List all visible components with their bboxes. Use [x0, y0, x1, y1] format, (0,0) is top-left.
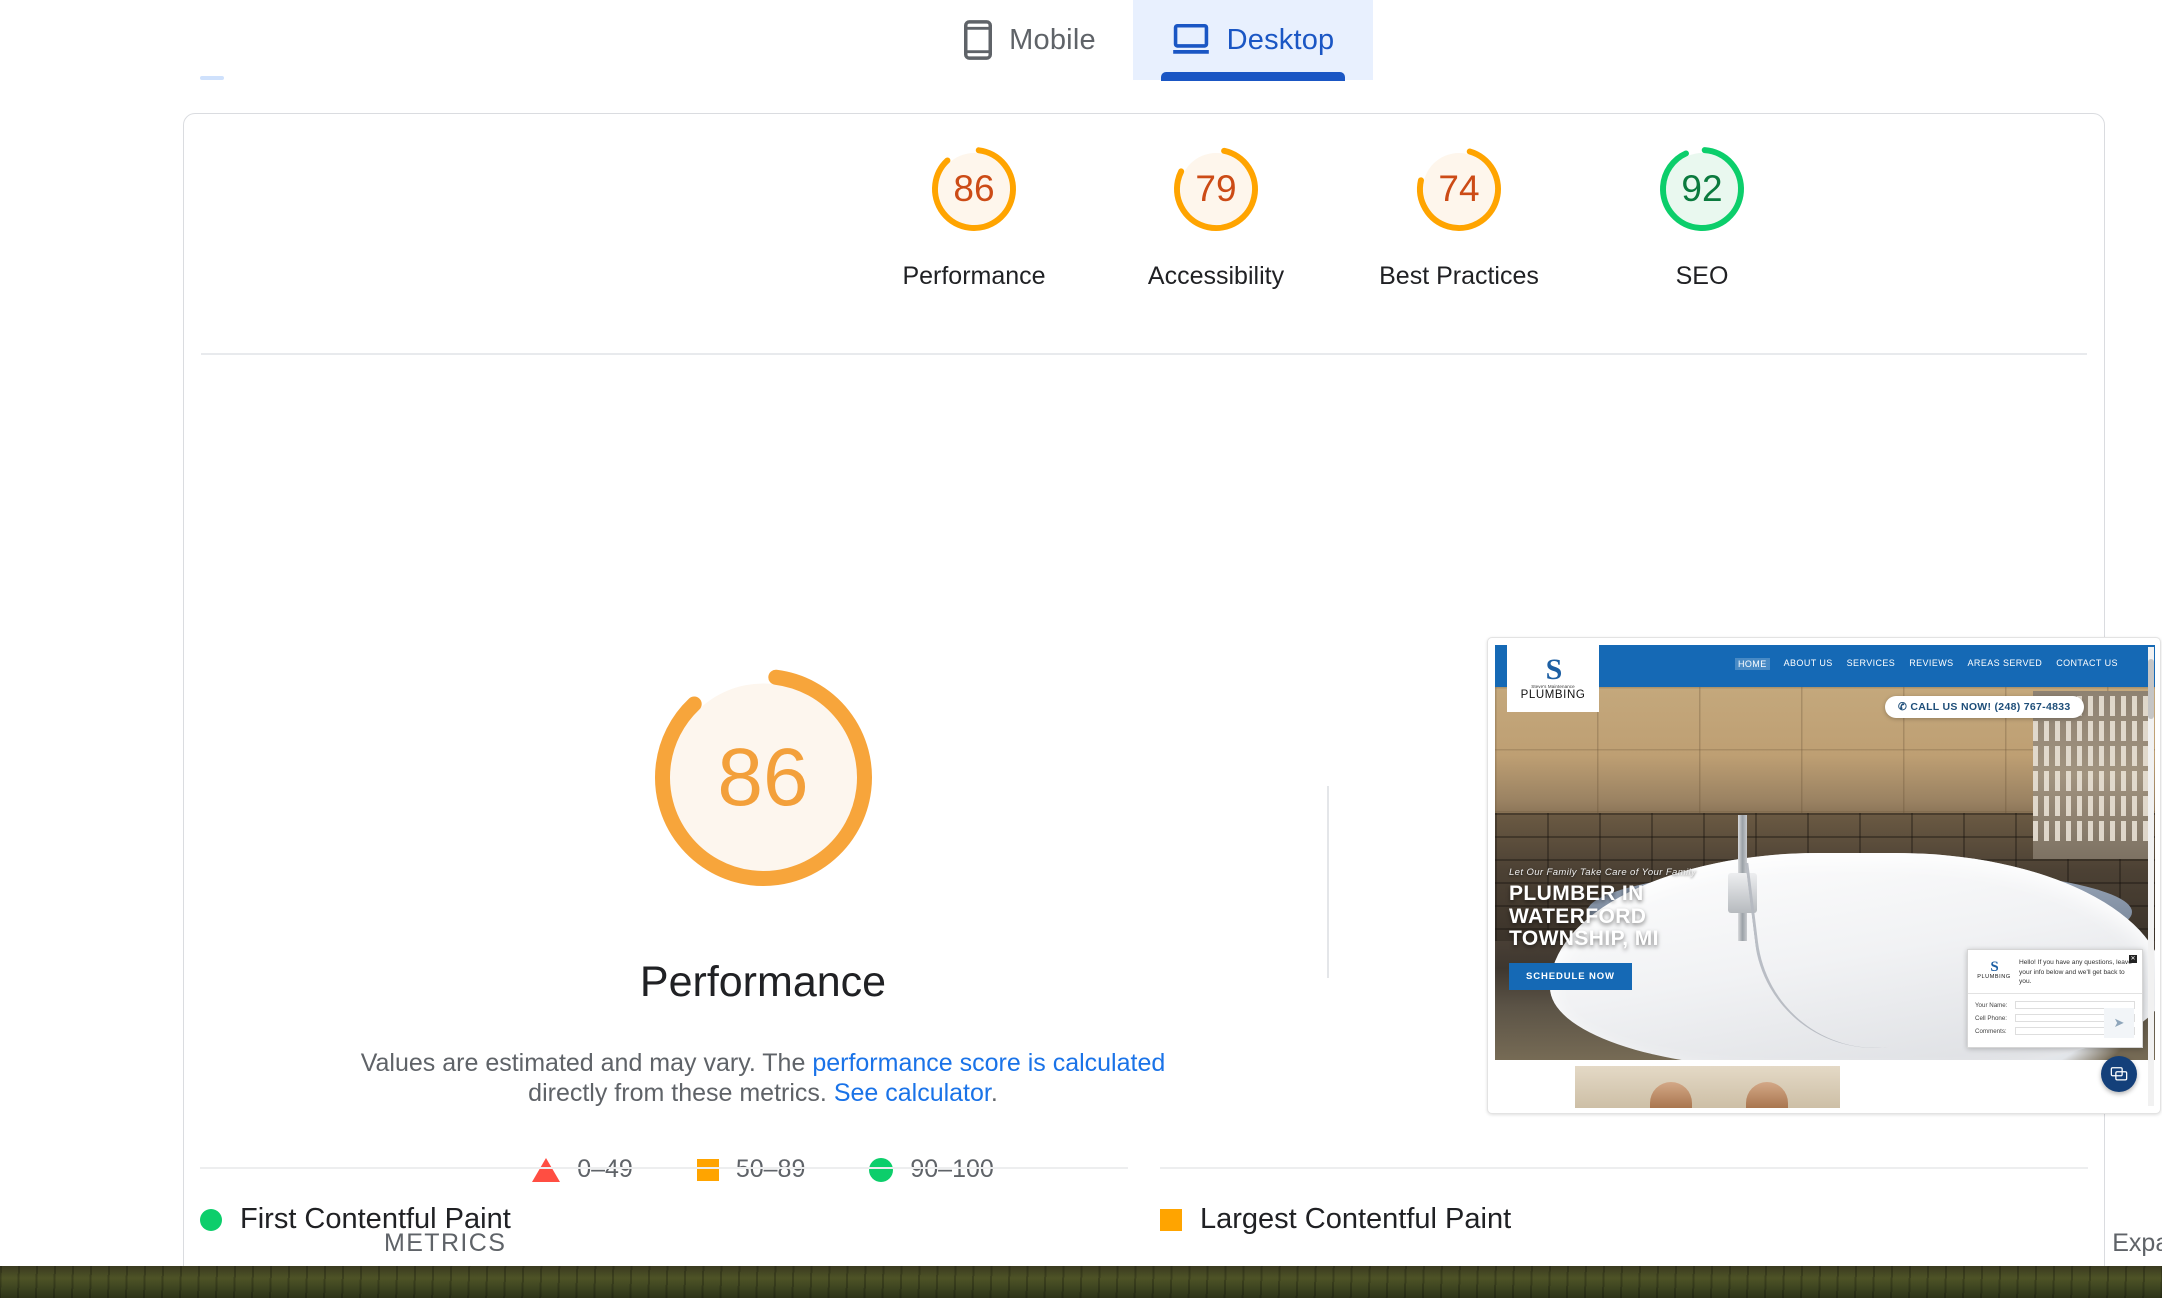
- circle-icon: [869, 1157, 894, 1182]
- send-icon[interactable]: ➤: [2104, 1008, 2134, 1038]
- score-best-practices[interactable]: 74 Best Practices: [1359, 142, 1559, 291]
- nav-item-reviews[interactable]: REVIEWS: [1909, 658, 1953, 670]
- screenshot-scrollbar[interactable]: [2148, 647, 2154, 1106]
- legend-label-pass: 90–100: [910, 1155, 994, 1183]
- pagespeed-insights-report: Mobile Desktop 86 Performance 79 Accessi…: [0, 0, 2162, 1298]
- chat-message: Hello! If you have any questions, leave …: [2019, 959, 2132, 986]
- score-ring-accessibility: 79: [1169, 142, 1263, 236]
- score-label-best-practices: Best Practices: [1379, 262, 1539, 290]
- score-ring-seo: 92: [1655, 142, 1749, 236]
- column-divider: [1327, 786, 1329, 978]
- expand-view-button[interactable]: Expand view: [2112, 1229, 2162, 1258]
- score-description: Values are estimated and may vary. The p…: [358, 1049, 1168, 1108]
- legend-item-fail: 0–49: [532, 1155, 633, 1184]
- laptop-icon: [1172, 23, 1210, 57]
- tub-feet: [1650, 1082, 1800, 1108]
- chat-form[interactable]: Your Name: Cell Phone: Comments: ➤: [1968, 993, 2142, 1047]
- category-scores: 86 Performance 79 Accessibility 74 Best …: [184, 114, 2104, 354]
- metric-name: First Contentful Paint: [240, 1203, 511, 1235]
- score-accessibility[interactable]: 79 Accessibility: [1116, 142, 1316, 291]
- status-circle-icon: [200, 1208, 222, 1231]
- legend-item-pass: 90–100: [869, 1155, 994, 1184]
- device-tab-strip: Mobile Desktop: [0, 0, 2162, 81]
- main-score-value: 86: [717, 731, 809, 823]
- desc-part-1: Values are estimated and may vary. The: [360, 1049, 813, 1077]
- chat-widget-header: S PLUMBING Hello! If you have any questi…: [1968, 950, 2142, 993]
- nav-item-contact[interactable]: CONTACT US: [2056, 658, 2118, 670]
- page-fold: [1495, 1060, 2155, 1108]
- hero-headline: PLUMBER IN WATERFORD TOWNSHIP, MI: [1509, 882, 1659, 951]
- chat-logo-wordmark: PLUMBING: [1977, 974, 2011, 981]
- score-legend: 0–49 50–89 90–100: [532, 1155, 994, 1184]
- score-label-performance: Performance: [902, 262, 1046, 290]
- score-label-seo: SEO: [1675, 262, 1729, 290]
- chat-widget-panel[interactable]: S PLUMBING Hello! If you have any questi…: [1967, 949, 2143, 1048]
- tab-desktop-label: Desktop: [1226, 23, 1335, 56]
- score-ring-performance: 86: [927, 142, 1021, 236]
- site-nav-links[interactable]: HOME ABOUT US SERVICES REVIEWS AREAS SER…: [1735, 658, 2118, 670]
- desc-part-2: directly from these metrics.: [528, 1078, 834, 1107]
- site-screenshot: HOME ABOUT US SERVICES REVIEWS AREAS SER…: [1495, 645, 2155, 1108]
- site-logo: S Steve's Maintenance PLUMBING: [1507, 645, 1599, 712]
- logo-wordmark: PLUMBING: [1520, 689, 1586, 701]
- legend-label-fail: 0–49: [577, 1155, 633, 1183]
- call-us-button[interactable]: ✆ CALL US NOW! (248) 767-4833: [1885, 696, 2084, 718]
- score-value-seo: 92: [1681, 168, 1723, 209]
- main-score-title: Performance: [639, 958, 887, 1006]
- chat-label-comments: Comments:: [1975, 1027, 2007, 1035]
- close-icon[interactable]: ✕: [2129, 955, 2137, 964]
- score-value-accessibility: 79: [1195, 168, 1237, 209]
- score-seo[interactable]: 92 SEO: [1602, 142, 1802, 291]
- main-score-ring: 86: [641, 655, 886, 900]
- page-background-strip: [0, 1266, 2162, 1298]
- tab-desktop[interactable]: Desktop: [1133, 0, 1373, 80]
- chat-label-phone: Cell Phone:: [1975, 1014, 2007, 1022]
- see-calculator-link[interactable]: See calculator: [834, 1079, 991, 1107]
- metric-separator-left: [200, 1167, 1128, 1169]
- tab-mobile-label: Mobile: [1009, 23, 1096, 56]
- score-ring-best-practices: 74: [1412, 142, 1506, 236]
- logo-mark: S: [1545, 653, 1563, 686]
- performance-panel: 86 Performance Values are estimated and …: [201, 355, 1325, 1184]
- triangle-icon: [532, 1157, 561, 1182]
- nav-item-home[interactable]: HOME: [1735, 658, 1770, 670]
- chat-bubble-icon[interactable]: [2101, 1056, 2137, 1092]
- square-icon: [696, 1158, 719, 1181]
- chat-logo-mark: S: [1990, 958, 1998, 975]
- tab-mobile[interactable]: Mobile: [930, 0, 1130, 80]
- metric-name: Largest Contentful Paint: [1200, 1203, 1512, 1235]
- report-card: 86 Performance 79 Accessibility 74 Best …: [183, 113, 2162, 1298]
- score-performance[interactable]: 86 Performance: [874, 142, 1074, 291]
- nav-item-services[interactable]: SERVICES: [1847, 658, 1896, 670]
- score-label-accessibility: Accessibility: [1147, 262, 1285, 290]
- desc-part-3: .: [990, 1078, 998, 1107]
- hero-text-block: Let Our Family Take Care of Your Family …: [1509, 867, 1769, 991]
- chat-label-name: Your Name:: [1975, 1001, 2008, 1009]
- legend-item-average: 50–89: [696, 1155, 806, 1184]
- metric-separator-right: [1160, 1167, 2088, 1169]
- legend-label-average: 50–89: [735, 1155, 806, 1183]
- hero-eyebrow: Let Our Family Take Care of Your Family: [1509, 867, 1697, 878]
- status-square-icon: [1160, 1208, 1182, 1231]
- nav-item-areas-served[interactable]: AREAS SERVED: [1968, 658, 2043, 670]
- score-value-best-practices: 74: [1438, 168, 1480, 209]
- phone-icon: [964, 20, 993, 60]
- score-value-performance: 86: [953, 168, 995, 209]
- site-screenshot-frame[interactable]: HOME ABOUT US SERVICES REVIEWS AREAS SER…: [1487, 637, 2161, 1114]
- nav-item-about[interactable]: ABOUT US: [1784, 658, 1833, 670]
- chat-logo: S PLUMBING: [1975, 957, 2013, 983]
- tab-active-indicator: [1161, 72, 1345, 81]
- scroll-artifact: [200, 76, 224, 80]
- schedule-now-button[interactable]: SCHEDULE NOW: [1509, 963, 1632, 991]
- performance-score-link[interactable]: performance score is calculated: [812, 1049, 1165, 1077]
